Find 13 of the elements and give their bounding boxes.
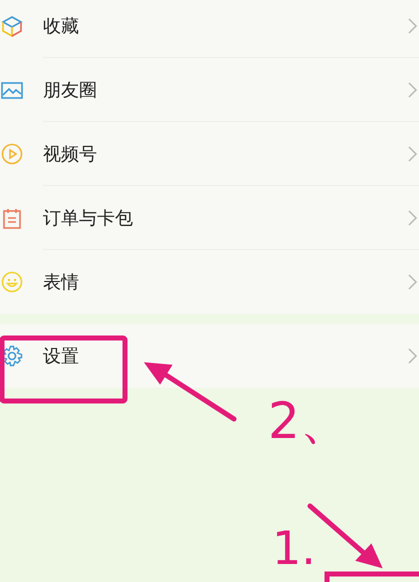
chevron-icon bbox=[408, 82, 417, 98]
handwritten-note: 1. bbox=[272, 525, 316, 571]
play-icon bbox=[1, 143, 23, 165]
chevron-icon bbox=[408, 210, 417, 226]
chevron-icon bbox=[408, 348, 417, 364]
box-icon bbox=[1, 15, 23, 37]
chevron-icon bbox=[408, 18, 417, 34]
image-icon bbox=[1, 79, 23, 101]
smiley-icon bbox=[1, 271, 23, 293]
clipboard-icon bbox=[1, 207, 23, 229]
chevron-icon bbox=[408, 274, 417, 290]
chevron-icon bbox=[408, 146, 417, 162]
handwritten-note: 2、 bbox=[268, 396, 350, 446]
